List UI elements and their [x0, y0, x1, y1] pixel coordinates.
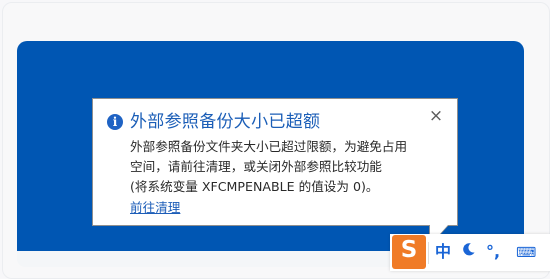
close-icon[interactable]: ×	[427, 106, 445, 126]
ime-punctuation-button[interactable]: °,	[486, 241, 500, 263]
ime-toolbar[interactable]: S 中 °, ⌨	[390, 234, 550, 271]
moon-icon[interactable]	[461, 242, 476, 257]
ime-divider	[428, 242, 429, 264]
info-icon: i	[107, 114, 123, 130]
notification-header: i 外部参照备份大小已超额	[107, 110, 320, 134]
keyboard-icon[interactable]: ⌨	[516, 242, 536, 264]
sogou-logo-letter: S	[400, 237, 418, 263]
ime-chinese-mode-button[interactable]: 中	[435, 241, 451, 263]
notification-body-line: 空间，请前往清理，或关闭外部参照比较功能	[130, 159, 382, 174]
sogou-logo-icon[interactable]: S	[392, 235, 426, 269]
notification-body-line: (将系统变量 XFCMPENABLE 的值设为 0)。	[130, 179, 379, 194]
notification-balloon: i 外部参照备份大小已超额 × 外部参照备份文件夹大小已超过限额，为避免占用 空…	[92, 98, 458, 226]
notification-title: 外部参照备份大小已超额	[130, 112, 321, 132]
notification-body: 外部参照备份文件夹大小已超过限额，为避免占用 空间，请前往清理，或关闭外部参照比…	[130, 137, 450, 218]
go-clean-link[interactable]: 前往清理	[130, 198, 180, 218]
notification-body-line: 外部参照备份文件夹大小已超过限额，为避免占用	[130, 139, 408, 154]
